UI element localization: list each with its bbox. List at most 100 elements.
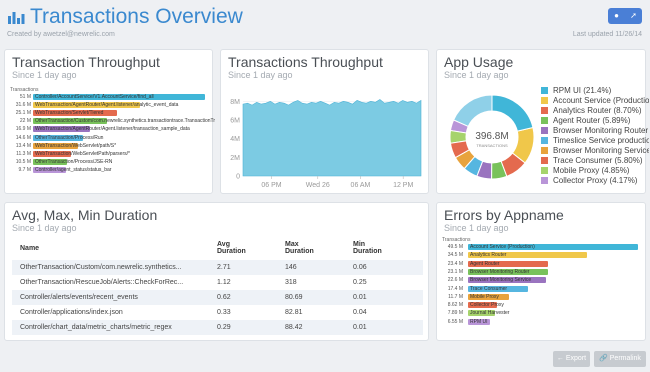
bar-row[interactable]: 22 M OtherTransaction/Custom/com.newrelic… — [5, 118, 215, 125]
bar-row[interactable]: 11.3 M WebTransaction/WebServletPath/pars… — [5, 150, 212, 157]
x-tick-label: 12 PM — [393, 182, 413, 189]
cell-avg: 2.71 — [217, 260, 285, 275]
legend-label: Account Service (Production) — [553, 95, 649, 105]
cell-min: 0.01 — [353, 290, 423, 305]
bar-label: Controller/AccountService/V1.AccountServ… — [35, 94, 154, 100]
table-row[interactable]: Controller/applications/index.json 0.33 82… — [12, 305, 423, 320]
card-title: Errors by Appname — [444, 207, 564, 223]
cell-name: Controller/alerts/events/recent_events — [12, 290, 217, 305]
bar-row[interactable]: 8.62 M Collector Proxy — [437, 302, 645, 309]
bar-row[interactable]: 22.6 M Browser Monitoring Service — [437, 277, 645, 284]
table-row[interactable]: OtherTransaction/Custom/com.newrelic.syn… — [12, 260, 423, 275]
card-subtitle: Since 1 day ago — [12, 223, 77, 233]
legend-item[interactable]: RPM UI (21.4%) — [541, 85, 649, 95]
col-avg[interactable]: Avg Duration — [217, 236, 285, 260]
table-row[interactable]: Controller/alerts/events/recent_events 0.… — [12, 290, 423, 305]
permalink-button[interactable]: 🔗 Permalink — [594, 351, 646, 367]
table-row[interactable]: Controller/chart_data/metric_charts/metr… — [12, 320, 423, 335]
legend-swatch — [541, 146, 548, 154]
bar-row[interactable]: 6.55 M RPM UI — [437, 318, 645, 325]
x-tick-label: 06 PM — [261, 182, 281, 189]
bar-value: 23.1 M — [447, 268, 463, 275]
cell-min: 0.01 — [353, 320, 423, 335]
bar-row[interactable]: 49.5 M Account Service (Production) — [437, 244, 645, 250]
legend-item[interactable]: Browser Monitoring Router — [541, 125, 649, 135]
bar-value: 25.1 M — [15, 110, 31, 117]
bulb-icon[interactable]: ● — [608, 8, 625, 24]
legend-label: Analytics Router (8.70%) — [553, 105, 642, 115]
bar-label: OtherTransaction/Process/Run — [35, 134, 104, 141]
bar-label: Collector Proxy — [470, 302, 504, 309]
bar-chart-icon — [8, 12, 25, 24]
legend-item[interactable]: Agent Router (5.89%) — [541, 115, 649, 125]
bar-value: 11.7 M — [448, 293, 463, 300]
bar-row[interactable]: 13.4 M WebTransaction/WebServlet/path/S* — [5, 142, 212, 149]
bar-label: OtherTransaction/Process/JSE-RN — [35, 158, 113, 165]
area-series[interactable] — [242, 99, 422, 177]
export-button[interactable]: ← Export — [553, 351, 590, 367]
cell-name: OtherTransaction/Custom/com.newrelic.syn… — [12, 260, 217, 275]
bar-value: 49.5 M — [447, 244, 463, 250]
bar-row[interactable]: 31.6 M WebTransaction/AgentRouter/Agent.l… — [5, 102, 212, 109]
bar-row[interactable]: 23.1 M Browser Monitoring Router — [437, 268, 645, 275]
legend-item[interactable]: Timeslice Service production — [541, 135, 649, 145]
legend-label: Agent Router (5.89%) — [553, 115, 631, 125]
legend-swatch — [541, 126, 548, 134]
bar-value: 17.4 M — [447, 285, 463, 292]
cell-max: 88.42 — [285, 320, 353, 335]
legend-item[interactable]: Account Service (Production) — [541, 95, 649, 105]
donut-unit: TRANSACTIONS — [476, 143, 508, 148]
legend-item[interactable]: Mobile Proxy (4.85%) — [541, 165, 649, 175]
col-min-label: Min Duration — [353, 241, 382, 255]
bar-row[interactable]: 9.7 M Controller/agent_status/status_bar — [5, 166, 212, 173]
bar-label: Analytics Router — [470, 252, 507, 259]
donut-slice[interactable] — [452, 94, 493, 128]
pin-icon[interactable]: ➚ — [625, 8, 642, 24]
y-tick-label: 4M — [230, 136, 240, 143]
bar-value: 22 M — [19, 118, 31, 125]
cell-min: 0.06 — [353, 260, 423, 275]
card-subtitle: Since 1 day ago — [228, 70, 293, 80]
export-label: Export — [565, 355, 587, 362]
bar-row[interactable]: 7.89 M Journal Harvester — [437, 310, 645, 317]
bar-value: 8.62 M — [447, 302, 463, 309]
transactions-throughput-chart-card: Transactions Throughput Since 1 day ago … — [220, 49, 429, 194]
bar-row[interactable]: 10.5 M OtherTransaction/Process/JSE-RN — [5, 158, 212, 165]
legend-label: Mobile Proxy (4.85%) — [553, 165, 630, 175]
bar-label: OtherTransaction/Custom/com.newrelic.syn… — [35, 118, 215, 125]
card-title: Transaction Throughput — [12, 54, 160, 70]
bar-row[interactable]: 25.1 M WebTransaction/Servlet/Tiered — [5, 110, 212, 117]
bar-row[interactable]: 14.6 M OtherTransaction/Process/Run — [5, 134, 212, 141]
bar-row[interactable]: 16.9 M WebTransaction/AgentRouter/Agent.l… — [5, 126, 212, 133]
bar-row[interactable]: 17.4 M Trace Consumer — [437, 285, 645, 292]
legend-swatch — [541, 176, 548, 184]
col-name[interactable]: Name — [12, 236, 217, 260]
legend-item[interactable]: Analytics Router (8.70%) — [541, 105, 649, 115]
duration-table: Name Avg Duration Max Duration Min Durat… — [12, 236, 423, 335]
col-max[interactable]: Max Duration — [285, 236, 353, 260]
bar-value: 14.6 M — [15, 134, 31, 141]
legend-item[interactable]: Browser Monitoring Service — [541, 145, 649, 155]
col-min[interactable]: Min Duration — [353, 236, 423, 260]
bar-row[interactable]: 34.5 M Analytics Router — [437, 252, 645, 259]
bar-label: RPM UI — [470, 318, 488, 325]
legend-item[interactable]: Collector Proxy (4.17%) — [541, 175, 649, 185]
bar-label: WebTransaction/AgentRouter/Agent.listene… — [35, 126, 190, 133]
legend-item[interactable]: Trace Consumer (5.80%) — [541, 155, 649, 165]
legend-swatch — [541, 106, 548, 114]
bar-label: Account Service (Production) — [470, 244, 535, 250]
cell-max: 146 — [285, 260, 353, 275]
app-usage-donut: 396.8M TRANSACTIONS — [449, 94, 535, 180]
bar-row[interactable]: 23.4 M Agent Router — [437, 260, 645, 267]
bar-row[interactable]: 11.7 M Mobile Proxy — [437, 293, 645, 300]
title-row: Transactions Overview — [7, 5, 243, 29]
legend-label: Collector Proxy (4.17%) — [553, 175, 638, 185]
legend-swatch — [541, 166, 548, 174]
donut-total: 396.8M — [475, 131, 508, 142]
bar-row[interactable]: 51 M Controller/AccountService/V1.Account… — [5, 94, 212, 100]
cell-name: Controller/chart_data/metric_charts/metr… — [12, 320, 217, 335]
table-row[interactable]: OtherTransaction/RescueJob/Alerts::Check… — [12, 275, 423, 290]
donut-slice[interactable] — [491, 94, 534, 132]
legend-label: RPM UI (21.4%) — [553, 85, 612, 95]
cell-min: 0.25 — [353, 279, 367, 286]
